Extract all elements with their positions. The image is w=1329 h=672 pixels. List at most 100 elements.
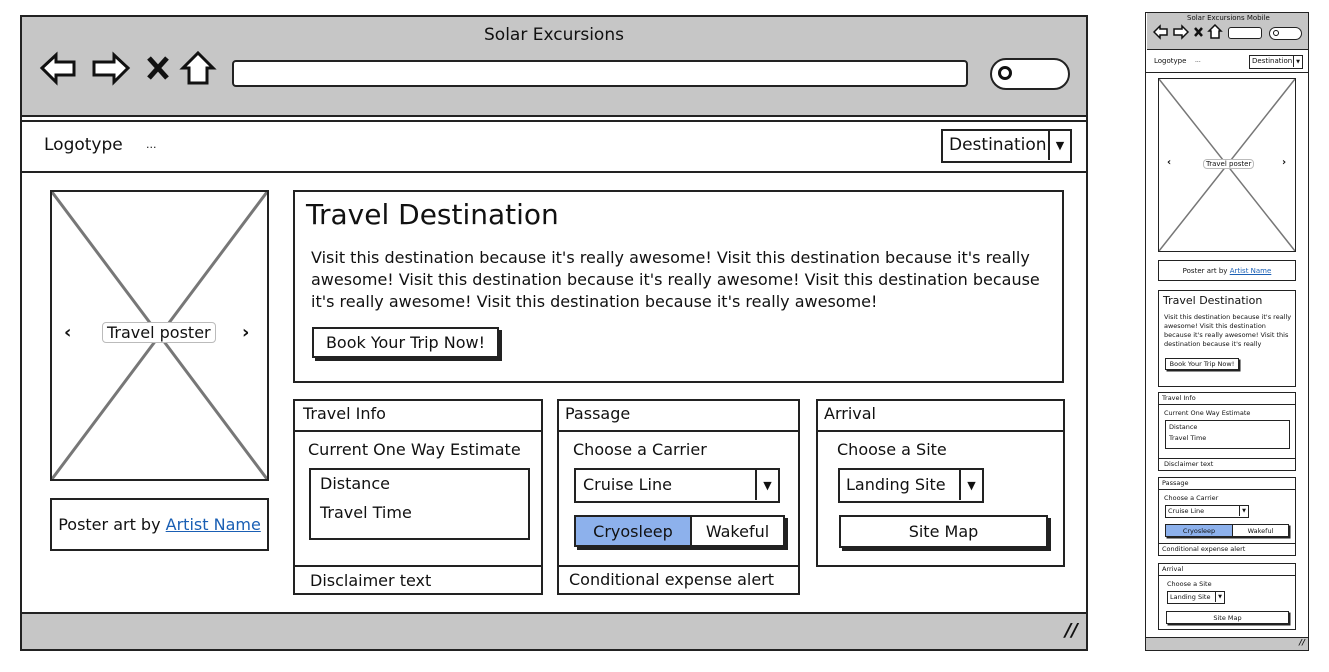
- disclaimer-text: Disclaimer text: [295, 565, 541, 594]
- browser-nav-icons: [39, 50, 217, 86]
- back-icon[interactable]: [39, 51, 76, 86]
- arrival-subtitle: Choose a Site: [837, 440, 947, 459]
- logotype[interactable]: Logotype: [44, 135, 123, 155]
- mobile-arrival-panel: Arrival Choose a Site Landing Site ▼ Sit…: [1158, 563, 1296, 630]
- destination-dropdown[interactable]: Destination ▼: [941, 129, 1072, 163]
- toggle-wakeful[interactable]: Wakeful: [692, 517, 783, 545]
- list-item-distance: Distance: [320, 474, 390, 493]
- search-icon: [998, 66, 1012, 80]
- travel-info-subtitle: Current One Way Estimate: [308, 440, 521, 459]
- book-trip-button[interactable]: Book Your Trip Now!: [312, 327, 499, 358]
- arrival-panel: Arrival Choose a Site Landing Site ▼ Sit…: [816, 399, 1065, 567]
- mobile-destination-title: Travel Destination: [1163, 294, 1263, 307]
- mobile-landing-site-dropdown-value: Landing Site: [1170, 593, 1211, 601]
- mobile-destination-dropdown[interactable]: Destination ▼: [1249, 55, 1303, 69]
- search-icon: [1273, 30, 1279, 36]
- passage-panel: Passage Choose a Carrier Cruise Line ▼ C…: [557, 399, 800, 595]
- stop-icon[interactable]: [147, 56, 169, 80]
- passage-header: Passage: [559, 401, 798, 432]
- mobile-destination-panel: Travel Destination Visit this destinatio…: [1158, 290, 1296, 387]
- mobile-passage-subtitle: Choose a Carrier: [1164, 494, 1219, 502]
- resize-grip-icon[interactable]: //: [1065, 620, 1078, 641]
- mobile-status-bar: //: [1146, 637, 1308, 650]
- passage-subtitle: Choose a Carrier: [573, 440, 707, 459]
- conditional-expense-alert: Conditional expense alert: [559, 565, 798, 594]
- home-icon[interactable]: [179, 50, 217, 85]
- home-icon[interactable]: [1207, 24, 1223, 39]
- mobile-travel-info-panel: Travel Info Current One Way Estimate Dis…: [1158, 392, 1296, 471]
- stop-icon[interactable]: [1194, 27, 1203, 37]
- mobile-site-map-button[interactable]: Site Map: [1166, 611, 1289, 624]
- travel-info-header: Travel Info: [295, 401, 541, 432]
- mobile-carrier-dropdown[interactable]: Cruise Line ▼: [1165, 505, 1249, 518]
- destination-text-line: awesome! Visit this destination: [1164, 322, 1266, 330]
- carousel-prev-icon[interactable]: ‹: [1167, 157, 1171, 168]
- destination-text-line: it's really awesome! Visit this destinat…: [311, 292, 878, 311]
- caption-prefix: Poster art by: [1182, 266, 1228, 275]
- mobile-estimate-list: Distance Travel Time: [1165, 420, 1290, 449]
- forward-icon[interactable]: [92, 51, 131, 86]
- caption-prefix: Poster art by: [58, 515, 161, 534]
- estimate-list: Distance Travel Time: [309, 468, 530, 540]
- mobile-nav-icons: [1153, 24, 1223, 40]
- mobile-nav-ellipsis: ...: [1195, 57, 1201, 64]
- poster-caption: Poster art by Artist Name: [50, 498, 269, 551]
- toggle-wakeful[interactable]: Wakeful: [1233, 525, 1288, 536]
- mobile-poster-caption: Poster art by Artist Name: [1158, 260, 1296, 281]
- mobile-logotype[interactable]: Logotype: [1154, 57, 1186, 65]
- mobile-travel-poster-label: Travel poster: [1203, 159, 1255, 169]
- chevron-down-icon: ▼: [1048, 131, 1070, 160]
- carrier-dropdown-value: Cruise Line: [583, 475, 672, 494]
- site-map-button[interactable]: Site Map: [839, 515, 1048, 548]
- artist-name-link[interactable]: Artist Name: [166, 515, 261, 534]
- carousel-next-icon[interactable]: ›: [1282, 157, 1286, 168]
- destination-text-line: because it's really awesome! Visit this: [1164, 331, 1289, 339]
- mobile-landing-site-dropdown[interactable]: Landing Site ▼: [1167, 591, 1225, 604]
- mobile-address-bar[interactable]: [1228, 27, 1262, 39]
- travel-info-panel: Travel Info Current One Way Estimate Dis…: [293, 399, 543, 595]
- toggle-cryosleep[interactable]: Cryosleep: [1166, 525, 1233, 536]
- destination-text-line: awesome! Visit this destination because …: [311, 270, 1040, 289]
- landing-site-dropdown[interactable]: Landing Site ▼: [838, 468, 984, 503]
- destination-title: Travel Destination: [306, 198, 559, 231]
- carousel-prev-icon[interactable]: ‹: [64, 322, 71, 343]
- carousel-next-icon[interactable]: ›: [242, 322, 249, 343]
- destination-text-line: Visit this destination because it's real…: [1164, 313, 1292, 321]
- mobile-carrier-dropdown-value: Cruise Line: [1168, 507, 1205, 515]
- chevron-down-icon: ▼: [959, 470, 982, 500]
- mobile-disclaimer-text: Disclaimer text: [1159, 458, 1295, 470]
- mobile-passage-panel: Passage Choose a Carrier Cruise Line ▼ C…: [1158, 477, 1296, 556]
- search-box[interactable]: [990, 58, 1070, 90]
- mobile-sleep-toggle: Cryosleep Wakeful: [1165, 524, 1289, 537]
- chevron-down-icon: ▼: [1239, 506, 1248, 516]
- mobile-search-box[interactable]: [1269, 27, 1302, 40]
- forward-icon[interactable]: [1173, 24, 1190, 40]
- window-title: Solar Excursions: [484, 25, 624, 45]
- mobile-window-title: Solar Excursions Mobile: [1187, 14, 1270, 22]
- mobile-book-trip-button[interactable]: Book Your Trip Now!: [1165, 358, 1239, 370]
- nav-ellipsis: ...: [146, 138, 157, 151]
- mobile-travel-info-subtitle: Current One Way Estimate: [1164, 409, 1251, 417]
- carrier-dropdown[interactable]: Cruise Line ▼: [574, 468, 780, 503]
- resize-grip-icon[interactable]: //: [1299, 638, 1305, 647]
- destination-dropdown-value: Destination: [949, 135, 1047, 155]
- nav-bar: [22, 120, 1086, 173]
- chevron-down-icon: ▼: [1215, 592, 1224, 602]
- toggle-cryosleep[interactable]: Cryosleep: [576, 517, 692, 545]
- landing-site-dropdown-value: Landing Site: [846, 475, 946, 494]
- mobile-conditional-expense-alert: Conditional expense alert: [1159, 543, 1295, 555]
- mobile-travel-poster-image: Travel poster ‹ ›: [1158, 78, 1296, 252]
- mobile-passage-header: Passage: [1159, 478, 1295, 490]
- sleep-toggle: Cryosleep Wakeful: [574, 515, 785, 547]
- back-icon[interactable]: [1153, 24, 1168, 40]
- mobile-arrival-subtitle: Choose a Site: [1167, 580, 1212, 588]
- chevron-down-icon: ▼: [1293, 56, 1302, 67]
- arrival-header: Arrival: [818, 401, 1063, 432]
- mobile-arrival-header: Arrival: [1159, 564, 1295, 576]
- chevron-down-icon: ▼: [755, 470, 778, 500]
- mobile-travel-info-header: Travel Info: [1159, 393, 1295, 405]
- list-item-travel-time: Travel Time: [320, 503, 412, 522]
- address-bar[interactable]: [232, 60, 968, 87]
- artist-name-link[interactable]: Artist Name: [1230, 267, 1272, 275]
- destination-text-line: destination because it's really: [1164, 340, 1262, 348]
